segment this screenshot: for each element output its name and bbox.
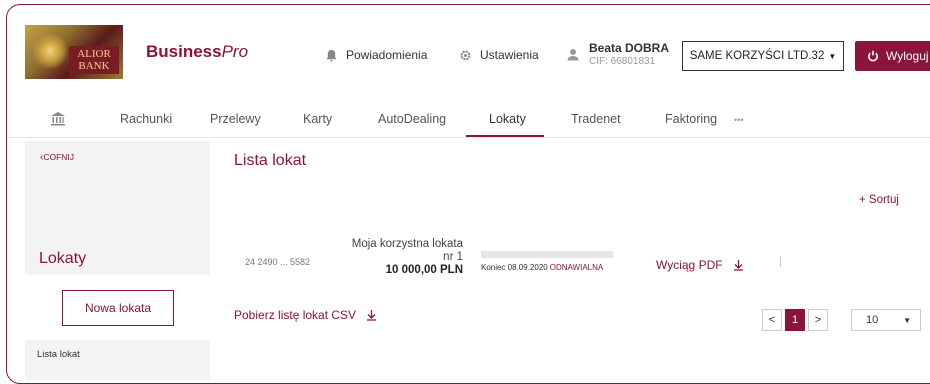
prev-page-button[interactable]: < (762, 309, 782, 331)
sort-button[interactable]: + Sortuj (859, 194, 899, 206)
app-frame: ALIOR BANK BusinessPro Powiadomienia Usta… (6, 4, 930, 384)
logo-emblem (33, 31, 67, 71)
tab-przelewy[interactable]: Przelewy (210, 112, 261, 126)
company-select[interactable]: SAME KORZYŚCI LTD.32 ▼ (682, 41, 844, 71)
divider (780, 256, 781, 267)
sidebar-title: Lokaty (39, 250, 87, 267)
more-tabs-button[interactable]: ••• (734, 115, 743, 125)
main-nav: Rachunki Przelewy Karty AutoDealing Loka… (7, 102, 930, 138)
user-icon (567, 48, 579, 60)
download-icon (733, 260, 743, 271)
renewal-badge: ODNAWIALNA (549, 263, 604, 272)
pdf-statement-link[interactable]: Wyciąg PDF (656, 258, 744, 272)
caret-down-icon: ▼ (828, 51, 837, 61)
notifications-button[interactable]: Powiadomienia (325, 48, 427, 62)
per-page-select[interactable]: 10 ▼ (851, 309, 921, 331)
power-icon (868, 50, 878, 62)
tab-autodealing[interactable]: AutoDealing (378, 112, 446, 126)
tab-rachunki[interactable]: Rachunki (120, 112, 172, 126)
sidebar-item-deposit-list[interactable]: Lista lokat (37, 349, 80, 360)
logo-text: ALIOR BANK (69, 46, 119, 74)
tab-karty[interactable]: Karty (303, 112, 332, 126)
user-name: Beata DOBRA (589, 41, 670, 55)
alior-bank-logo[interactable]: ALIOR BANK (25, 25, 123, 79)
deposit-progress-bar (481, 251, 613, 258)
pagination: < 1 > (762, 309, 828, 331)
new-deposit-button[interactable]: Nowa lokata (62, 290, 174, 326)
tab-tradenet[interactable]: Tradenet (571, 112, 621, 126)
logout-button[interactable]: Wyloguj (855, 41, 930, 71)
next-page-button[interactable]: > (808, 309, 828, 331)
back-link[interactable]: ‹COFNIJ (40, 152, 74, 163)
download-icon (367, 310, 377, 321)
user-cif: CIF: 66801831 (589, 56, 656, 67)
deposit-name[interactable]: Moja korzystna lokata nr 1 10 000,00 PLN (343, 238, 463, 277)
active-tab-indicator (466, 135, 544, 137)
caret-down-icon: ▼ (903, 315, 911, 325)
settings-button[interactable]: Ustawienia (459, 48, 539, 62)
deposit-account-number: 24 2490 ... 5582 (245, 257, 311, 267)
deposit-end-info: Koniec 08.09.2020 ODNAWIALNA (481, 263, 604, 272)
bank-icon[interactable] (50, 111, 66, 127)
tab-lokaty[interactable]: Lokaty (489, 112, 526, 126)
brand-title: BusinessPro (146, 42, 249, 61)
current-page[interactable]: 1 (785, 309, 805, 331)
sidebar-panel-lower (25, 340, 210, 380)
user-info: Beata DOBRA CIF: 66801831 (567, 41, 669, 67)
bell-icon (326, 49, 337, 62)
download-csv-link[interactable]: Pobierz listę lokat CSV (234, 308, 377, 322)
deposit-amount: 10 000,00 PLN (385, 264, 463, 276)
page-title: Lista lokat (234, 152, 307, 169)
gear-icon (460, 49, 471, 61)
tab-faktoring[interactable]: Faktoring (665, 112, 717, 126)
